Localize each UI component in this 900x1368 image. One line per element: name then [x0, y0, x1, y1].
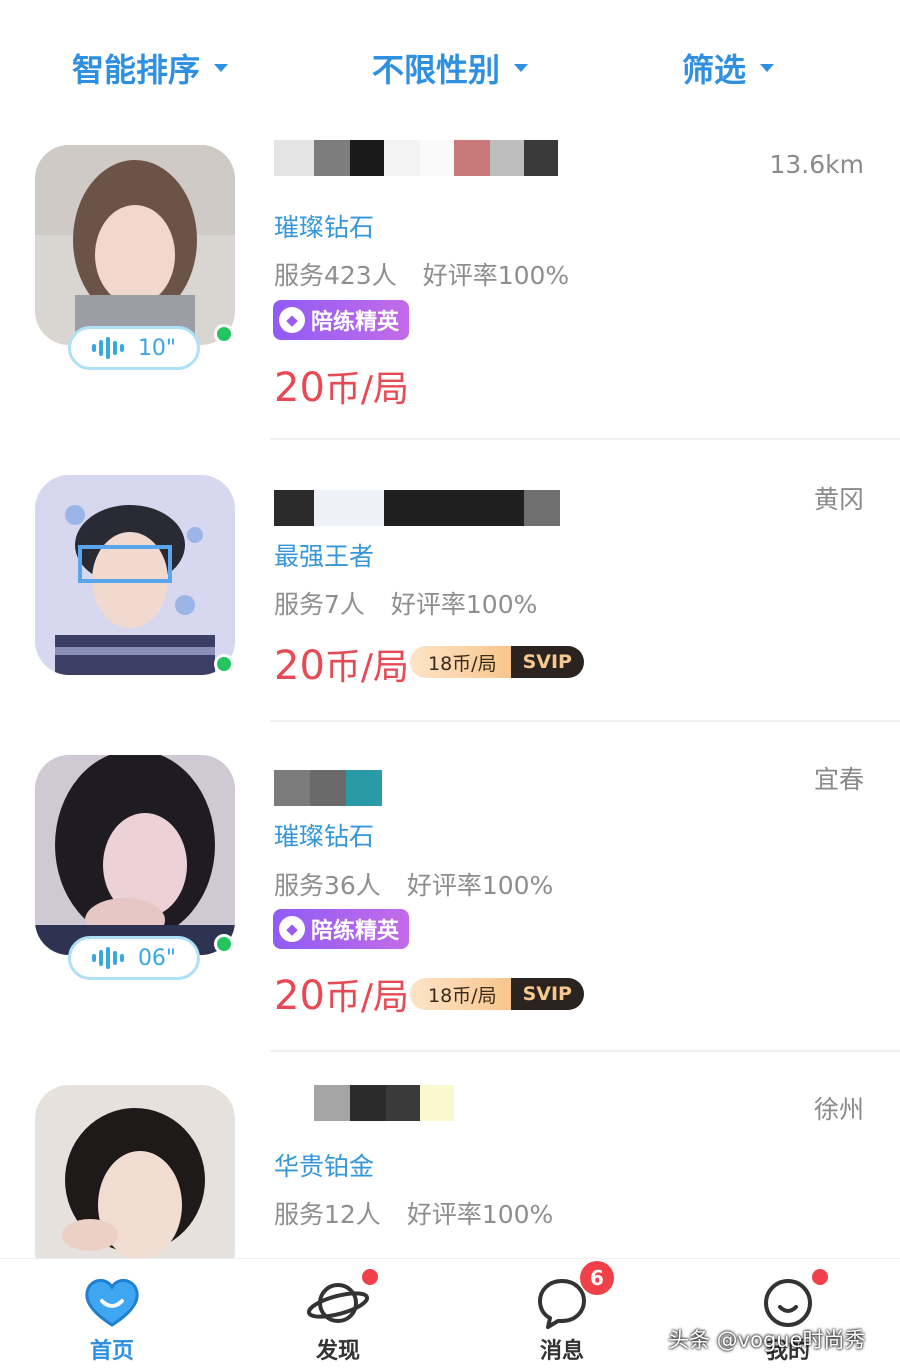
notification-dot: [812, 1269, 828, 1285]
gender-filter-dropdown[interactable]: 不限性别: [372, 44, 529, 92]
price-label: 20 币/局: [274, 968, 409, 1020]
rating-percent: 好评率100%: [422, 261, 570, 290]
planet-icon: [306, 1269, 378, 1331]
diamond-icon: ◆: [279, 307, 305, 333]
served-count: 服务12人: [274, 1200, 381, 1229]
gender-filter-label: 不限性别: [372, 51, 501, 89]
location-label: 黄冈: [813, 485, 864, 514]
voice-intro-button[interactable]: 06": [68, 936, 200, 980]
online-status-dot: [214, 934, 234, 954]
unread-count-badge: 6: [580, 1261, 614, 1295]
nav-messages-label: 消息: [539, 1339, 584, 1364]
avatar-photo: [35, 755, 235, 955]
price-number: 20: [274, 973, 325, 1019]
served-count: 服务7人: [274, 590, 365, 619]
avatar-photo: [35, 1085, 235, 1285]
smile-face-icon: [756, 1269, 828, 1331]
rank-tier-label: 华贵铂金: [274, 1152, 375, 1181]
elite-badge-label: 陪练精英: [311, 310, 400, 335]
avatar-photo: [35, 145, 235, 345]
service-stats: 服务36人 好评率100%: [274, 866, 553, 902]
svip-label: SVIP: [510, 646, 584, 678]
nav-discover[interactable]: 发现: [278, 1269, 398, 1365]
sort-filter-label: 智能排序: [72, 51, 201, 89]
elite-badge-label: 陪练精英: [311, 919, 400, 944]
price-unit: 币/局: [324, 647, 410, 688]
avatar-photo: [35, 475, 235, 675]
screen-filter-label: 筛选: [682, 51, 747, 89]
svip-price-tag: 18币/局 SVIP: [410, 646, 584, 678]
redacted-name: [274, 490, 560, 526]
diamond-icon: ◆: [279, 916, 305, 942]
redacted-name: [274, 140, 558, 176]
sound-wave-icon: [91, 946, 124, 970]
service-stats: 服务12人 好评率100%: [274, 1195, 553, 1231]
elite-badge: ◆ 陪练精英: [273, 909, 410, 949]
nav-home[interactable]: 首页: [52, 1271, 172, 1365]
online-status-dot: [214, 324, 234, 344]
redacted-name: [274, 770, 382, 806]
divider: [270, 438, 900, 440]
screen-filter-dropdown[interactable]: 筛选: [682, 44, 775, 92]
filter-bar: 智能排序 不限性别 筛选: [0, 0, 900, 120]
voice-duration: 06": [137, 945, 177, 971]
rating-percent: 好评率100%: [390, 590, 538, 619]
svip-label: SVIP: [510, 978, 584, 1010]
heart-face-icon: [80, 1271, 144, 1331]
served-count: 服务36人: [274, 871, 381, 900]
price-unit: 币/局: [324, 977, 410, 1018]
divider: [270, 1050, 900, 1052]
served-count: 服务423人: [274, 261, 397, 290]
avatar[interactable]: [35, 475, 235, 675]
service-stats: 服务423人 好评率100%: [274, 256, 569, 292]
price-label: 20 币/局: [274, 360, 409, 412]
watermark-text: 头条 @vogue时尚秀: [668, 1328, 866, 1352]
rating-percent: 好评率100%: [406, 871, 554, 900]
avatar[interactable]: [35, 145, 235, 345]
rank-tier-label: 璀璨钻石: [274, 822, 375, 851]
svip-price-tag: 18币/局 SVIP: [410, 978, 584, 1010]
price-label: 20 币/局: [274, 638, 409, 690]
voice-intro-button[interactable]: 10": [68, 326, 200, 370]
svip-price: 18币/局: [410, 978, 511, 1010]
sort-filter-dropdown[interactable]: 智能排序: [72, 44, 229, 92]
distance-label: 13.6km: [769, 150, 865, 179]
rank-tier-label: 最强王者: [274, 542, 375, 571]
service-stats: 服务7人 好评率100%: [274, 585, 537, 621]
voice-duration: 10": [137, 335, 177, 361]
nav-home-label: 首页: [89, 1339, 134, 1364]
location-label: 宜春: [813, 765, 864, 794]
location-label: 徐州: [813, 1095, 864, 1124]
redacted-name: [274, 1085, 454, 1121]
rank-tier-label: 璀璨钻石: [274, 213, 375, 242]
sound-wave-icon: [91, 336, 124, 360]
caret-down-icon: [514, 64, 529, 72]
avatar[interactable]: [35, 755, 235, 955]
elite-badge: ◆ 陪练精英: [273, 300, 410, 340]
price-number: 20: [274, 643, 325, 689]
avatar[interactable]: [35, 1085, 235, 1285]
chat-bubble-icon: 6: [530, 1261, 614, 1331]
nav-discover-label: 发现: [315, 1339, 360, 1364]
divider: [270, 720, 900, 722]
price-number: 20: [274, 365, 325, 411]
caret-down-icon: [214, 64, 229, 72]
price-unit: 币/局: [324, 369, 410, 410]
svip-price: 18币/局: [410, 646, 511, 678]
notification-dot: [362, 1269, 378, 1285]
caret-down-icon: [760, 64, 775, 72]
rating-percent: 好评率100%: [406, 1200, 554, 1229]
nav-messages[interactable]: 6 消息: [502, 1261, 622, 1365]
online-status-dot: [214, 654, 234, 674]
